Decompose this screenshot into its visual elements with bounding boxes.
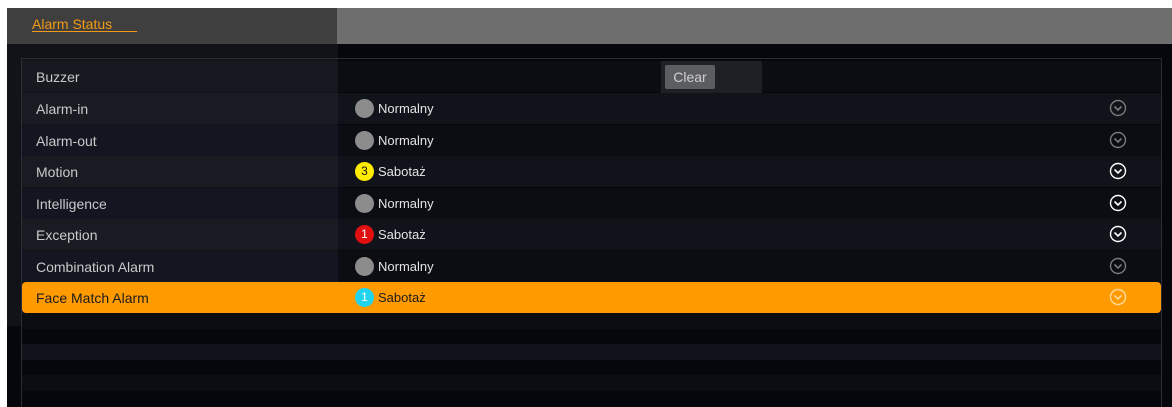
- buzzer-label-cell: Buzzer: [22, 61, 338, 92]
- status-text: Sabotaż: [378, 290, 426, 305]
- status-indicator-icon: [355, 99, 374, 118]
- status-text: Sabotaż: [378, 227, 426, 242]
- status-indicator-icon: 1: [355, 225, 374, 244]
- status-indicator-icon: [355, 130, 374, 150]
- chevron-down-icon[interactable]: [1109, 288, 1127, 306]
- row-label: Combination Alarm: [36, 258, 155, 275]
- status-indicator-icon: 1: [355, 288, 374, 307]
- row-label: Alarm-in: [36, 101, 89, 117]
- alarm-row[interactable]: Exception 1 Sabotaż: [22, 219, 1161, 250]
- status-indicator-icon: 3: [355, 162, 374, 181]
- status-text: Normalny: [378, 101, 434, 116]
- status-text: Normalny: [378, 132, 434, 148]
- chevron-down-icon[interactable]: [1109, 162, 1127, 180]
- alarm-row[interactable]: Face Match Alarm 1 Sabotaż: [22, 282, 1161, 313]
- row-label-cell: Combination Alarm: [22, 250, 338, 282]
- alarm-row[interactable]: Alarm-out Normalny: [22, 124, 1161, 156]
- alarm-row[interactable]: Alarm-in Normalny: [22, 93, 1161, 124]
- empty-row: [22, 375, 1161, 391]
- status-text: Sabotaż: [378, 164, 426, 179]
- row-label: Exception: [36, 227, 98, 243]
- status-indicator-icon: [355, 256, 374, 276]
- tab-alarm-status[interactable]: Alarm Status: [32, 16, 112, 32]
- empty-row: [22, 313, 1161, 329]
- chevron-down-icon[interactable]: [1109, 194, 1127, 212]
- status-text: Normalny: [378, 258, 434, 274]
- row-label: Motion: [36, 164, 79, 180]
- row-label: Intelligence: [36, 195, 107, 212]
- chevron-down-icon[interactable]: [1109, 257, 1127, 275]
- row-label-cell: Intelligence: [22, 187, 338, 219]
- buzzer-label: Buzzer: [36, 69, 80, 85]
- row-label-cell: Alarm-out: [22, 124, 338, 156]
- status-text: Normalny: [378, 195, 434, 211]
- row-label-cell: Exception: [22, 219, 338, 250]
- alarm-row[interactable]: Intelligence Normalny: [22, 187, 1161, 219]
- row-label: Alarm-out: [36, 132, 97, 149]
- alarm-row[interactable]: Combination Alarm Normalny: [22, 250, 1161, 282]
- alarm-row[interactable]: Motion 3 Sabotaż: [22, 156, 1161, 187]
- status-indicator-icon: [355, 193, 374, 213]
- clear-button[interactable]: Clear: [665, 65, 715, 89]
- row-label: Face Match Alarm: [36, 290, 149, 306]
- empty-row: [22, 344, 1161, 360]
- chevron-down-icon[interactable]: [1109, 225, 1127, 243]
- chevron-down-icon[interactable]: [1109, 99, 1127, 117]
- tab-underline: [32, 31, 137, 32]
- row-label-cell: Alarm-in: [22, 93, 338, 124]
- buzzer-row: Buzzer: [22, 61, 1161, 92]
- chevron-down-icon[interactable]: [1109, 131, 1127, 149]
- header-bar: Alarm Status: [7, 8, 1172, 44]
- row-label-cell: Motion: [22, 156, 338, 187]
- row-label-cell: Face Match Alarm: [22, 282, 338, 313]
